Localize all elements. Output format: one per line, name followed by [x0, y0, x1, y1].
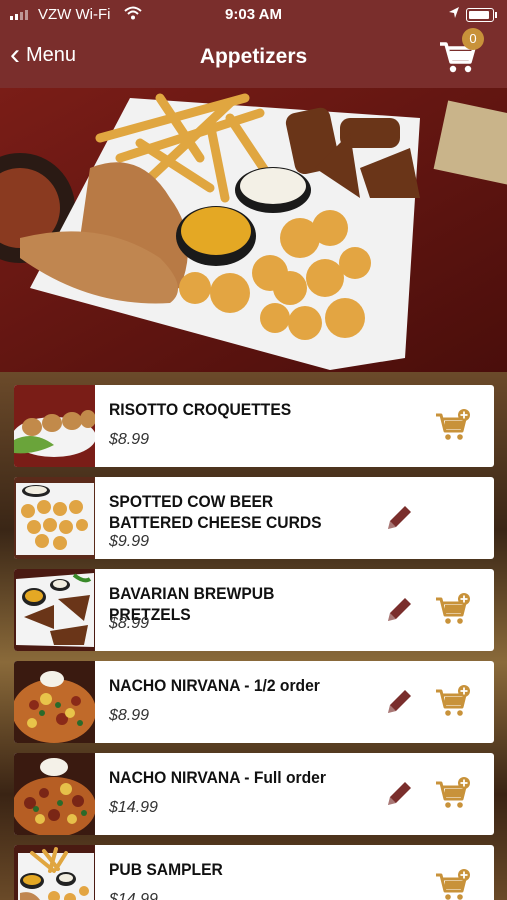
page-title: Appetizers	[199, 45, 308, 68]
item-name: NACHO NIRVANA - 1/2 order	[109, 676, 320, 695]
item-thumbnail	[14, 569, 95, 651]
item-name: RISOTTO CROQUETTES	[109, 400, 292, 419]
add-to-cart-icon[interactable]	[434, 776, 472, 812]
list-item[interactable]: RISOTTO CROQUETTES $8.99	[14, 385, 494, 467]
item-price: $14.99	[109, 799, 158, 816]
list-item[interactable]: PUB SAMPLER $14.99	[14, 845, 494, 900]
item-price: $8.99	[109, 707, 150, 724]
item-price: $14.99	[109, 891, 158, 900]
header-bar: VZW Wi-Fi 9:03 AM ‹ Menu Appetizers 0	[0, 0, 507, 88]
list-item[interactable]: NACHO NIRVANA - 1/2 order $8.99	[14, 661, 494, 743]
item-thumbnail	[14, 661, 95, 743]
cart-button[interactable]: 0	[438, 28, 484, 76]
add-to-cart-icon[interactable]	[434, 408, 472, 444]
add-to-cart-icon[interactable]	[434, 684, 472, 720]
pencil-icon[interactable]	[382, 501, 416, 535]
item-name: PUB SAMPLER	[109, 860, 223, 879]
item-thumbnail	[14, 477, 95, 559]
item-name: NACHO NIRVANA - Full order	[109, 768, 326, 787]
pencil-icon[interactable]	[382, 777, 416, 811]
location-arrow-icon	[449, 7, 459, 18]
item-name: SPOTTED COW BEER BATTERED CHEESE CURDS	[109, 492, 322, 532]
list-item[interactable]: SPOTTED COW BEER BATTERED CHEESE CURDS $…	[14, 477, 494, 559]
list-item[interactable]: NACHO NIRVANA - Full order $14.99	[14, 753, 494, 835]
list-item[interactable]: BAVARIAN BREWPUB PRETZELS $8.99	[14, 569, 494, 651]
status-bar: VZW Wi-Fi 9:03 AM	[0, 0, 507, 30]
battery-icon	[466, 8, 497, 22]
add-to-cart-icon[interactable]	[434, 868, 472, 900]
cart-count-badge: 0	[462, 28, 484, 50]
item-thumbnail	[14, 845, 95, 900]
item-price: $8.99	[109, 431, 150, 448]
add-to-cart-icon[interactable]	[434, 592, 472, 628]
item-thumbnail	[14, 753, 95, 835]
pencil-icon[interactable]	[382, 593, 416, 627]
menu-item-list: RISOTTO CROQUETTES $8.99 SPOTTED COW BEE…	[0, 372, 507, 900]
pencil-icon[interactable]	[382, 685, 416, 719]
item-price: $9.99	[109, 533, 150, 550]
hero-image	[0, 88, 507, 372]
item-thumbnail	[14, 385, 95, 467]
item-price: $8.99	[109, 615, 150, 632]
clock: 9:03 AM	[225, 6, 282, 23]
